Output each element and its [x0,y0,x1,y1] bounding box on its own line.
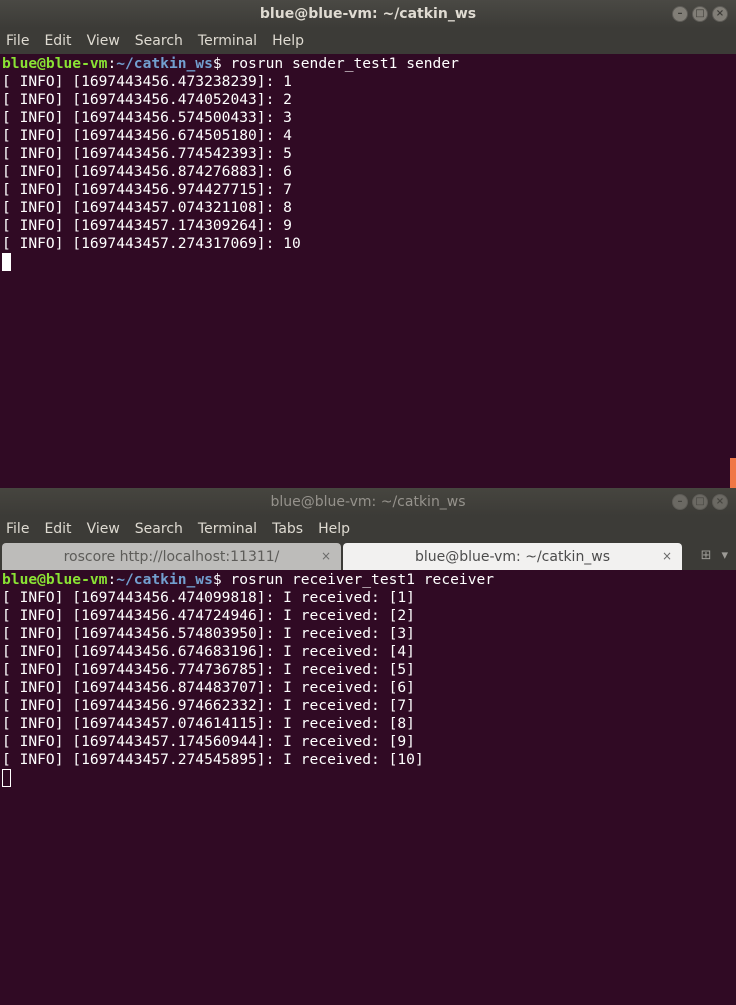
menu-view[interactable]: View [87,521,120,537]
menu-file[interactable]: File [6,521,29,537]
menu-edit[interactable]: Edit [44,33,71,49]
prompt-command: rosrun sender_test1 sender [230,55,459,72]
output-line: [ INFO] [1697443457.074614115]: I receiv… [2,715,415,732]
tab-close-icon[interactable]: × [321,549,331,563]
output-line: [ INFO] [1697443457.274317069]: 10 [2,235,301,252]
prompt-line: blue@blue-vm:~/catkin_ws$ rosrun sender_… [2,55,459,72]
output-line: [ INFO] [1697443456.974662332]: I receiv… [2,697,415,714]
prompt-user: blue@blue-vm [2,571,108,588]
maximize-icon[interactable]: □ [692,6,708,22]
window-controls: – □ × [672,6,728,22]
output-line: [ INFO] [1697443457.074321108]: 8 [2,199,292,216]
tab-bar: roscore http://localhost:11311/ × blue@b… [0,542,736,570]
menu-terminal[interactable]: Terminal [198,521,257,537]
output-line: [ INFO] [1697443456.874276883]: 6 [2,163,292,180]
output-line: [ INFO] [1697443456.974427715]: 7 [2,181,292,198]
tab-roscore[interactable]: roscore http://localhost:11311/ × [2,543,341,570]
menubar: File Edit View Search Terminal Help [0,28,736,54]
scrollbar[interactable] [730,458,736,488]
output-line: [ INFO] [1697443457.274545895]: I receiv… [2,751,424,768]
cursor [2,253,11,271]
close-icon[interactable]: × [712,6,728,22]
new-tab-icon[interactable]: ⊞ [701,548,712,563]
prompt-command: rosrun receiver_test1 receiver [230,571,495,588]
tab-close-icon[interactable]: × [662,549,672,563]
menu-terminal[interactable]: Terminal [198,33,257,49]
output-line: [ INFO] [1697443456.473238239]: 1 [2,73,292,90]
titlebar[interactable]: blue@blue-vm: ~/catkin_ws – □ × [0,0,736,28]
close-icon[interactable]: × [712,494,728,510]
tab-extra-controls: ⊞ ▾ [701,548,728,563]
output-line: [ INFO] [1697443456.474052043]: 2 [2,91,292,108]
menu-file[interactable]: File [6,33,29,49]
output-line: [ INFO] [1697443457.174560944]: I receiv… [2,733,415,750]
menu-search[interactable]: Search [135,33,183,49]
output-line: [ INFO] [1697443456.774542393]: 5 [2,145,292,162]
window-title: blue@blue-vm: ~/catkin_ws [270,494,466,510]
menu-view[interactable]: View [87,33,120,49]
terminal-window-receiver[interactable]: blue@blue-vm: ~/catkin_ws – □ × File Edi… [0,488,736,1005]
terminal-window-sender[interactable]: blue@blue-vm: ~/catkin_ws – □ × File Edi… [0,0,736,488]
menu-help[interactable]: Help [272,33,304,49]
output-line: [ INFO] [1697443456.674505180]: 4 [2,127,292,144]
output-line: [ INFO] [1697443457.174309264]: 9 [2,217,292,234]
output-line: [ INFO] [1697443456.474099818]: I receiv… [2,589,415,606]
tab-label: roscore http://localhost:11311/ [63,548,280,565]
menu-edit[interactable]: Edit [44,521,71,537]
tab-label: blue@blue-vm: ~/catkin_ws [414,548,611,565]
window-title: blue@blue-vm: ~/catkin_ws [259,6,477,22]
tab-catkin-ws[interactable]: blue@blue-vm: ~/catkin_ws × [343,543,682,570]
terminal-output[interactable]: blue@blue-vm:~/catkin_ws$ rosrun receive… [0,571,736,787]
prompt-user: blue@blue-vm [2,55,108,72]
chevron-down-icon[interactable]: ▾ [721,548,728,563]
output-line: [ INFO] [1697443456.674683196]: I receiv… [2,643,415,660]
output-line: [ INFO] [1697443456.574500433]: 3 [2,109,292,126]
output-line: [ INFO] [1697443456.574803950]: I receiv… [2,625,415,642]
titlebar[interactable]: blue@blue-vm: ~/catkin_ws – □ × [0,488,736,516]
window-controls: – □ × [672,494,728,510]
maximize-icon[interactable]: □ [692,494,708,510]
minimize-icon[interactable]: – [672,6,688,22]
minimize-icon[interactable]: – [672,494,688,510]
prompt-path: ~/catkin_ws [116,55,213,72]
menubar: File Edit View Search Terminal Tabs Help [0,516,736,542]
output-line: [ INFO] [1697443456.474724946]: I receiv… [2,607,415,624]
prompt-path: ~/catkin_ws [116,571,213,588]
output-line: [ INFO] [1697443456.874483707]: I receiv… [2,679,415,696]
output-line: [ INFO] [1697443456.774736785]: I receiv… [2,661,415,678]
menu-tabs[interactable]: Tabs [272,521,303,537]
cursor [2,769,11,787]
prompt-line: blue@blue-vm:~/catkin_ws$ rosrun receive… [2,571,495,588]
terminal-output[interactable]: blue@blue-vm:~/catkin_ws$ rosrun sender_… [0,55,736,271]
menu-help[interactable]: Help [318,521,350,537]
menu-search[interactable]: Search [135,521,183,537]
